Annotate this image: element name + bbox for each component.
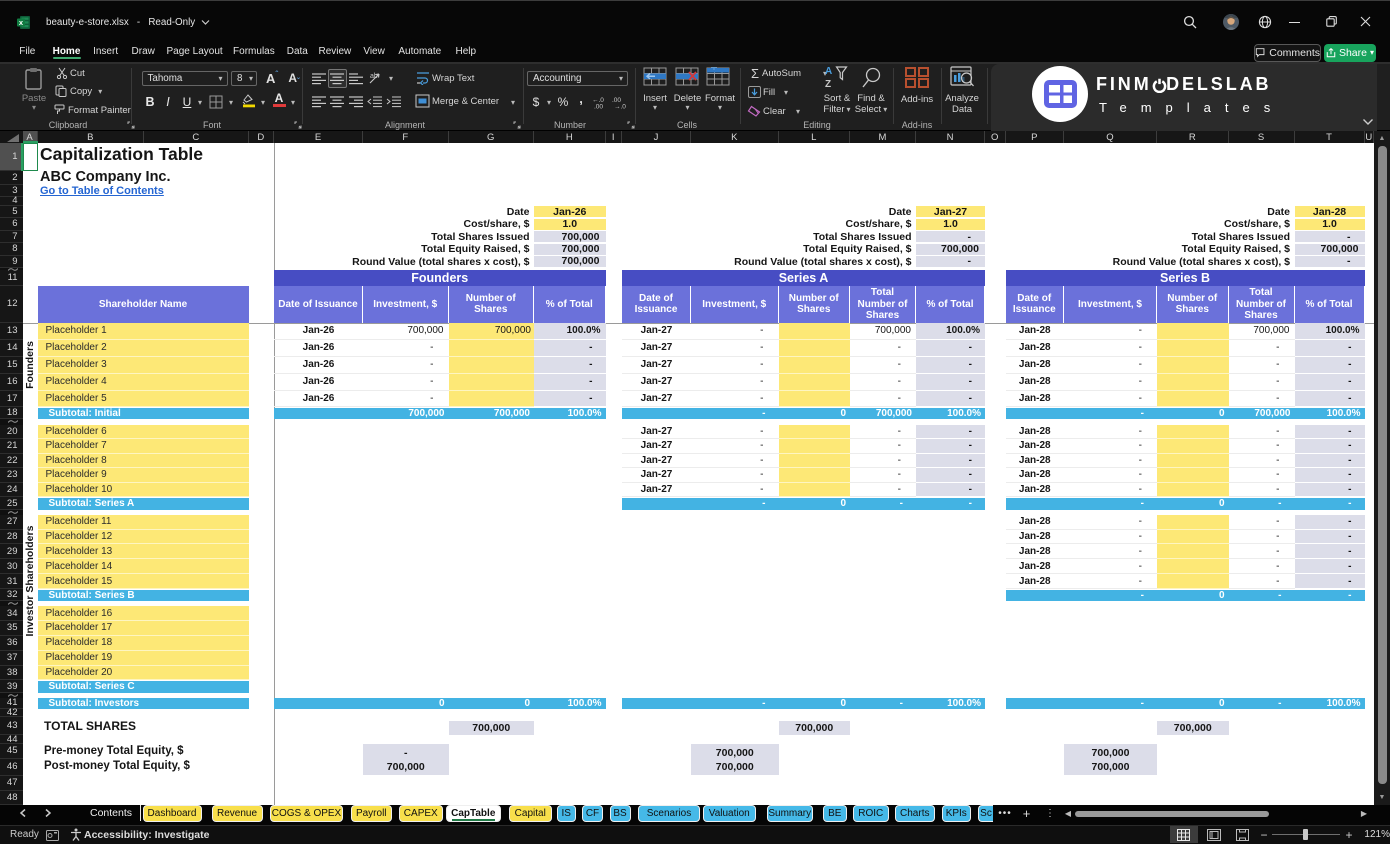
svg-text:Z: Z — [825, 79, 831, 90]
svg-text:A: A — [825, 66, 832, 77]
svg-text:ab: ab — [370, 73, 378, 80]
svg-text:→.0: →.0 — [614, 104, 626, 110]
svg-text:.00: .00 — [594, 104, 603, 110]
